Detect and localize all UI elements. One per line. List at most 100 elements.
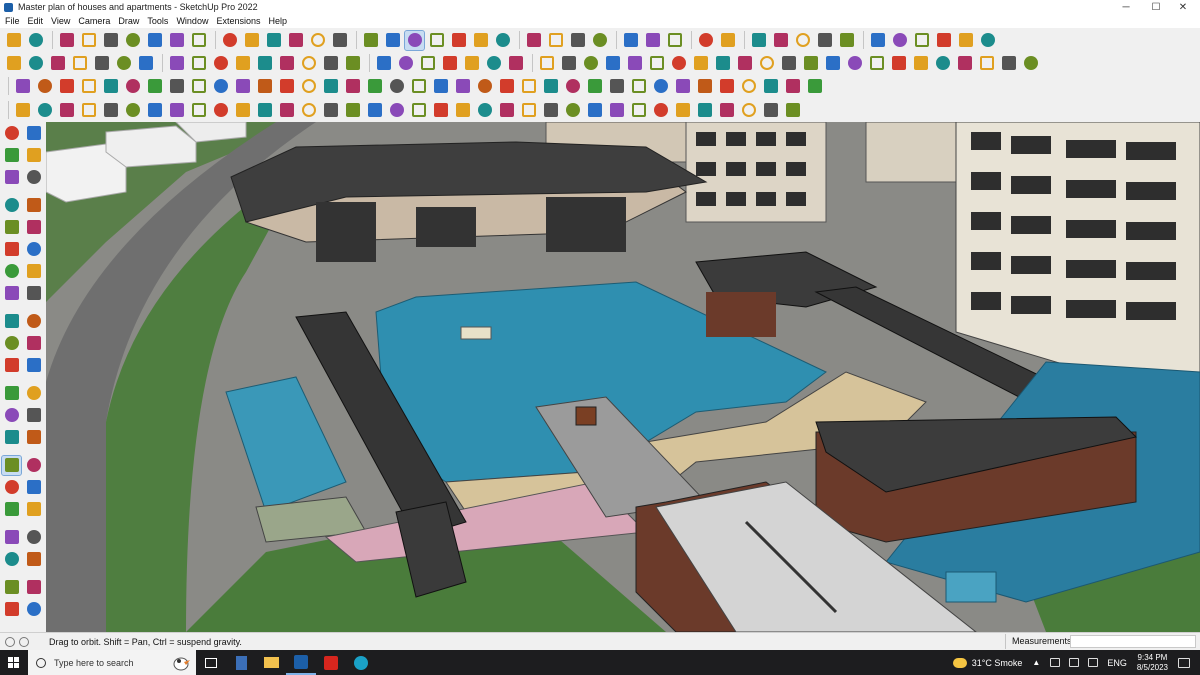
sandbox-button-26[interactable] — [581, 54, 600, 73]
extension-tool[interactable] — [24, 578, 43, 597]
follow-me-tool[interactable] — [24, 284, 43, 303]
sandbox-button-24[interactable] — [537, 54, 556, 73]
sandbox-button-39[interactable] — [867, 54, 886, 73]
rotate-tool[interactable] — [2, 334, 21, 353]
standard-button-13[interactable] — [286, 31, 305, 50]
edge-app[interactable] — [346, 650, 376, 675]
position-camera-tool[interactable] — [2, 528, 21, 547]
plugin-button-33[interactable] — [717, 77, 736, 96]
standard-button-30[interactable] — [696, 31, 715, 50]
standard-button-35[interactable] — [815, 31, 834, 50]
sandbox-button-18[interactable] — [396, 54, 415, 73]
display-icon[interactable] — [1069, 658, 1080, 667]
plugin-button-19[interactable] — [409, 77, 428, 96]
plugin-button-25[interactable] — [541, 77, 560, 96]
sandbox-button-31[interactable] — [691, 54, 710, 73]
volume-icon[interactable] — [1088, 658, 1099, 667]
standard-button-26[interactable] — [590, 31, 609, 50]
plugin-button-37[interactable] — [805, 77, 824, 96]
sandbox-button-46[interactable] — [1021, 54, 1040, 73]
extension-button-14[interactable] — [299, 101, 318, 120]
sandbox-button-42[interactable] — [933, 54, 952, 73]
plugin-button-27[interactable] — [585, 77, 604, 96]
plugin-button-24[interactable] — [519, 77, 538, 96]
standard-button-22[interactable] — [493, 31, 512, 50]
task-view-button[interactable] — [196, 650, 226, 675]
plugin-button-12[interactable] — [255, 77, 274, 96]
extension-button-15[interactable] — [321, 101, 340, 120]
sandbox-button-14[interactable] — [299, 54, 318, 73]
extension-button-1[interactable] — [13, 101, 32, 120]
plugin-button-35[interactable] — [761, 77, 780, 96]
network-icon[interactable] — [1050, 658, 1061, 667]
sketchup-app[interactable] — [286, 650, 316, 675]
standard-button-42[interactable] — [978, 31, 997, 50]
scale-tool[interactable] — [2, 356, 21, 375]
sandbox-button-6[interactable] — [114, 54, 133, 73]
weather-widget[interactable]: 31°C Smoke — [952, 657, 1022, 668]
tag-tool[interactable] — [2, 168, 21, 187]
sandbox-button-4[interactable] — [70, 54, 89, 73]
tape-tool[interactable] — [24, 168, 43, 187]
standard-button-9[interactable] — [189, 31, 208, 50]
extension-button-4[interactable] — [79, 101, 98, 120]
extension-button-11[interactable] — [233, 101, 252, 120]
menu-extensions[interactable]: Extensions — [216, 16, 260, 26]
plugin-button-29[interactable] — [629, 77, 648, 96]
extension-button-7[interactable] — [145, 101, 164, 120]
walk-tool[interactable] — [2, 550, 21, 569]
extension-button-17[interactable] — [365, 101, 384, 120]
sandbox-button-15[interactable] — [321, 54, 340, 73]
standard-button-29[interactable] — [665, 31, 684, 50]
standard-button-32[interactable] — [749, 31, 768, 50]
standard-button-34[interactable] — [793, 31, 812, 50]
extension-button-22[interactable] — [475, 101, 494, 120]
sandbox-button-16[interactable] — [343, 54, 362, 73]
plugin-button-26[interactable] — [563, 77, 582, 96]
extension-button-36[interactable] — [783, 101, 802, 120]
extension-button-12[interactable] — [255, 101, 274, 120]
styles-tool[interactable] — [24, 600, 43, 619]
look-around-tool[interactable] — [24, 528, 43, 547]
sandbox-button-20[interactable] — [440, 54, 459, 73]
warehouse-tool[interactable] — [2, 578, 21, 597]
polygon-tool[interactable] — [24, 240, 43, 259]
plugin-button-9[interactable] — [189, 77, 208, 96]
sandbox-button-11[interactable] — [233, 54, 252, 73]
plugin-button-30[interactable] — [651, 77, 670, 96]
plugin-button-8[interactable] — [167, 77, 186, 96]
extension-button-26[interactable] — [563, 101, 582, 120]
start-button[interactable] — [0, 650, 28, 675]
paint-bucket-tool[interactable] — [2, 146, 21, 165]
sandbox-button-10[interactable] — [211, 54, 230, 73]
plugin-button-15[interactable] — [321, 77, 340, 96]
sandbox-button-40[interactable] — [889, 54, 908, 73]
plugin-button-7[interactable] — [145, 77, 164, 96]
standard-button-4[interactable] — [79, 31, 98, 50]
plugin-button-5[interactable] — [101, 77, 120, 96]
sandbox-button-32[interactable] — [713, 54, 732, 73]
extension-button-34[interactable] — [739, 101, 758, 120]
extension-button-5[interactable] — [101, 101, 120, 120]
standard-button-6[interactable] — [123, 31, 142, 50]
follow-me-alt-tool[interactable] — [24, 334, 43, 353]
standard-button-38[interactable] — [890, 31, 909, 50]
zoom-extents-tool[interactable] — [2, 500, 21, 519]
measurements-input[interactable] — [1070, 635, 1196, 648]
push-pull-tool[interactable] — [24, 312, 43, 331]
extension-button-9[interactable] — [189, 101, 208, 120]
acrobat-app[interactable] — [316, 650, 346, 675]
sandbox-button-37[interactable] — [823, 54, 842, 73]
extension-button-30[interactable] — [651, 101, 670, 120]
credits-icon[interactable] — [19, 636, 29, 647]
extension-button-21[interactable] — [453, 101, 472, 120]
standard-button-20[interactable] — [449, 31, 468, 50]
extension-button-20[interactable] — [431, 101, 450, 120]
tape-measure-tool[interactable] — [2, 384, 21, 403]
calculator-app[interactable] — [226, 650, 256, 675]
sandbox-button-33[interactable] — [735, 54, 754, 73]
select-tool[interactable] — [2, 124, 21, 143]
standard-button-40[interactable] — [934, 31, 953, 50]
plugin-button-21[interactable] — [453, 77, 472, 96]
line-tool[interactable] — [2, 196, 21, 215]
